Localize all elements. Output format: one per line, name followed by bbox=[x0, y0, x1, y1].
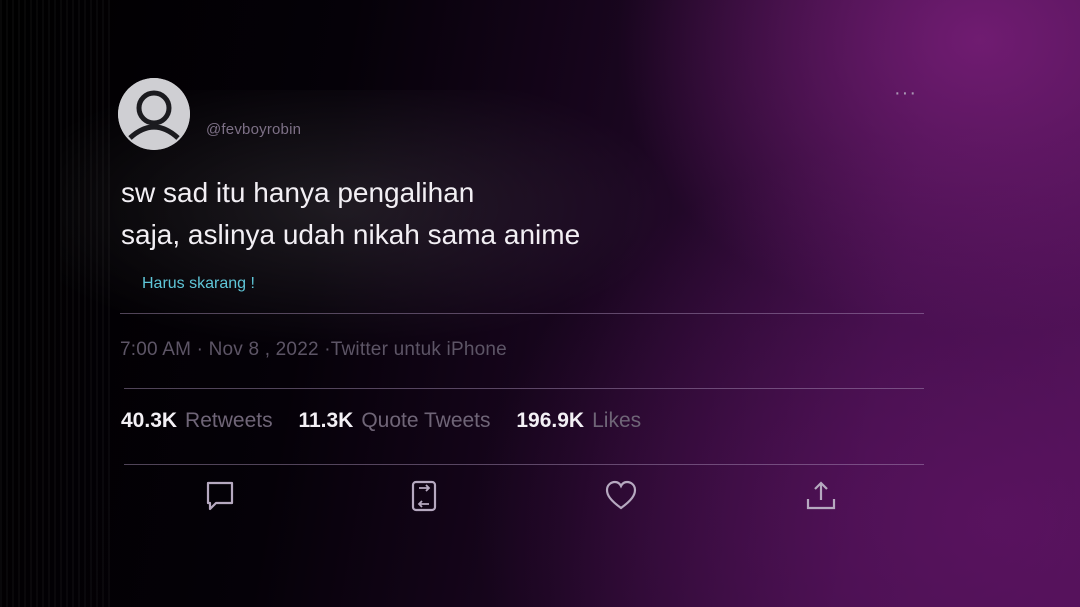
divider bbox=[124, 464, 924, 465]
retweet-button[interactable] bbox=[407, 478, 441, 514]
tweet-text-line: saja, aslinya udah nikah sama anime bbox=[121, 219, 581, 250]
tweet-screen: @fevboyrobin ··· sw sad itu hanya pengal… bbox=[0, 0, 1080, 607]
like-button[interactable] bbox=[604, 478, 638, 514]
tweet-text-line: sw sad itu hanya pengalihan bbox=[121, 177, 475, 208]
divider bbox=[124, 388, 924, 389]
quote-tweets-stat[interactable]: 11.3K Quote Tweets bbox=[298, 409, 490, 433]
divider bbox=[120, 313, 924, 314]
quote-tweets-label: Quote Tweets bbox=[361, 409, 491, 432]
retweets-label: Retweets bbox=[185, 409, 273, 432]
retweets-stat[interactable]: 40.3K Retweets bbox=[121, 409, 273, 433]
avatar[interactable] bbox=[118, 78, 190, 150]
tweet-stats: 40.3K Retweets 11.3K Quote Tweets 196.9K Li… bbox=[121, 409, 661, 433]
quote-tweets-count: 11.3K bbox=[298, 409, 354, 432]
tweet-text: sw sad itu hanya pengalihan saja, asliny… bbox=[121, 172, 741, 256]
edge-noise bbox=[0, 0, 110, 607]
reply-button[interactable] bbox=[203, 478, 237, 514]
tweet-link[interactable]: Harus skarang ! bbox=[142, 275, 255, 293]
likes-stat[interactable]: 196.9K Likes bbox=[516, 409, 641, 433]
share-button[interactable] bbox=[804, 478, 838, 514]
retweets-count: 40.3K bbox=[121, 409, 178, 432]
reply-icon bbox=[206, 481, 234, 511]
likes-label: Likes bbox=[592, 409, 642, 432]
heart-icon bbox=[605, 480, 637, 510]
tweet-timestamp[interactable]: 7:00 AM · Nov 8 , 2022 ·Twitter untuk iP… bbox=[120, 339, 507, 361]
retweet-icon bbox=[411, 480, 437, 512]
likes-count: 196.9K bbox=[516, 409, 585, 432]
share-icon bbox=[806, 481, 836, 510]
user-handle[interactable]: @fevboyrobin bbox=[206, 121, 301, 138]
more-options-icon[interactable]: ··· bbox=[894, 82, 917, 105]
default-user-icon bbox=[118, 78, 190, 150]
